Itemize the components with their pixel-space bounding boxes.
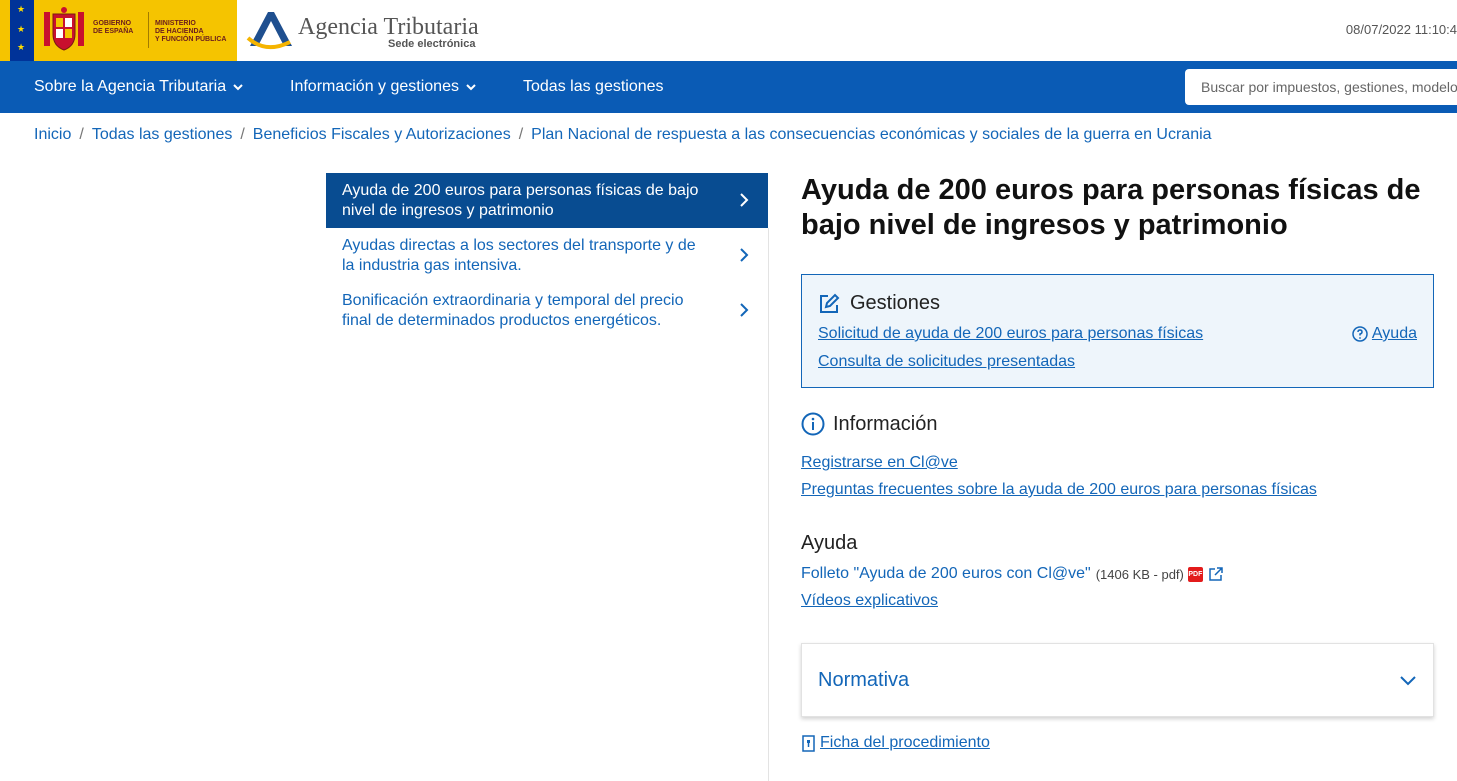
chevron-right-icon: [740, 303, 749, 317]
chevron-down-icon: [466, 84, 476, 91]
breadcrumb: Inicio / Todas las gestiones / Beneficio…: [34, 126, 1212, 144]
ficha-label: Ficha del procedimiento: [820, 734, 990, 751]
chevron-down-icon: [1400, 676, 1416, 686]
ministerio-text: MINISTERIO DE HACIENDA Y FUNCIÓN PÚBLICA: [155, 20, 227, 43]
videos-explicativos-link[interactable]: Vídeos explicativos: [801, 592, 938, 610]
gestiones-title: Gestiones: [850, 292, 941, 314]
help-icon: [1352, 326, 1368, 342]
page-title: Ayuda de 200 euros para personas físicas…: [801, 174, 1421, 241]
eu-flag-strip: ★ ★ ★: [10, 0, 34, 61]
coat-of-arms-icon: [44, 7, 84, 51]
site-header: ★ ★ ★ GOBIERNO DE ESPAÑA MINISTERIO DE H…: [0, 0, 1457, 61]
side-item-label: Ayuda de 200 euros para personas físicas…: [342, 182, 699, 219]
nav-informacion-gestiones[interactable]: Información y gestiones: [290, 78, 477, 96]
side-item-label: Bonificación extraordinaria y temporal d…: [342, 292, 684, 329]
chevron-right-icon: [740, 248, 749, 262]
document-icon: [802, 734, 815, 752]
nav-label: Sobre la Agencia Tributaria: [34, 78, 227, 95]
help-label: Ayuda: [1371, 325, 1417, 342]
nav-todas-gestiones[interactable]: Todas las gestiones: [523, 78, 664, 96]
column-divider: [768, 228, 769, 781]
solicitud-ayuda-link[interactable]: Solicitud de ayuda de 200 euros para per…: [818, 325, 1203, 343]
nav-label: Todas las gestiones: [523, 78, 664, 95]
preguntas-frecuentes-link[interactable]: Preguntas frecuentes sobre la ayuda de 2…: [801, 481, 1317, 499]
agencia-tributaria-logo-icon[interactable]: [246, 8, 296, 52]
chevron-right-icon: [740, 193, 749, 207]
folleto-row: Folleto "Ayuda de 200 euros con Cl@ve" (…: [801, 565, 1224, 583]
search-box: [1185, 69, 1457, 105]
breadcrumb-todas-gestiones[interactable]: Todas las gestiones: [92, 126, 233, 144]
nav-label: Información y gestiones: [290, 78, 459, 95]
side-item-ayuda-200[interactable]: Ayuda de 200 euros para personas físicas…: [326, 173, 768, 228]
ayuda-heading: Ayuda: [801, 532, 858, 554]
breadcrumb-separator: /: [240, 126, 245, 143]
main-nav: Sobre la Agencia Tributaria Información …: [0, 61, 1457, 113]
search-input[interactable]: [1185, 69, 1457, 105]
info-icon: [801, 412, 825, 436]
consulta-solicitudes-link[interactable]: Consulta de solicitudes presentadas: [818, 353, 1075, 371]
breadcrumb-beneficios-fiscales[interactable]: Beneficios Fiscales y Autorizaciones: [253, 126, 511, 144]
normativa-accordion[interactable]: Normativa: [801, 643, 1434, 717]
ficha-procedimiento-link[interactable]: Ficha del procedimiento: [801, 734, 990, 752]
edit-icon: [820, 293, 840, 313]
agency-subtitle: Sede electrónica: [388, 38, 476, 50]
breadcrumb-plan-nacional[interactable]: Plan Nacional de respuesta a las consecu…: [531, 126, 1211, 144]
pdf-icon: PDF: [1187, 566, 1203, 582]
folleto-size: (1406 KB - pdf): [1095, 566, 1184, 582]
side-item-ayudas-transporte[interactable]: Ayudas directas a los sectores del trans…: [326, 228, 768, 283]
folleto-link[interactable]: Folleto "Ayuda de 200 euros con Cl@ve": [801, 565, 1091, 583]
side-menu: Ayuda de 200 euros para personas físicas…: [326, 173, 768, 338]
gestiones-help-link[interactable]: Ayuda: [1352, 325, 1417, 343]
breadcrumb-separator: /: [518, 126, 524, 143]
breadcrumb-inicio[interactable]: Inicio: [34, 126, 71, 144]
divider: [148, 12, 149, 48]
gobierno-text: GOBIERNO DE ESPAÑA: [93, 20, 134, 35]
gestiones-panel: Gestiones Solicitud de ayuda de 200 euro…: [801, 274, 1434, 388]
breadcrumb-separator: /: [79, 126, 84, 143]
side-item-bonificacion[interactable]: Bonificación extraordinaria y temporal d…: [326, 283, 768, 338]
informacion-title: Información: [833, 412, 938, 435]
normativa-label: Normativa: [818, 669, 910, 691]
informacion-heading: Información: [801, 412, 938, 436]
datetime: 08/07/2022 11:10:4: [1345, 22, 1457, 37]
registrarse-clave-link[interactable]: Registrarse en Cl@ve: [801, 454, 958, 472]
side-item-label: Ayudas directas a los sectores del trans…: [342, 237, 696, 274]
agency-title[interactable]: Agencia Tributaria: [298, 14, 479, 41]
gestiones-heading: Gestiones: [818, 292, 940, 315]
gobierno-logo[interactable]: ★ ★ ★ GOBIERNO DE ESPAÑA MINISTERIO DE H…: [0, 0, 237, 61]
nav-sobre-agencia[interactable]: Sobre la Agencia Tributaria: [34, 78, 244, 96]
chevron-down-icon: [233, 84, 243, 91]
external-link-icon[interactable]: [1208, 566, 1224, 582]
